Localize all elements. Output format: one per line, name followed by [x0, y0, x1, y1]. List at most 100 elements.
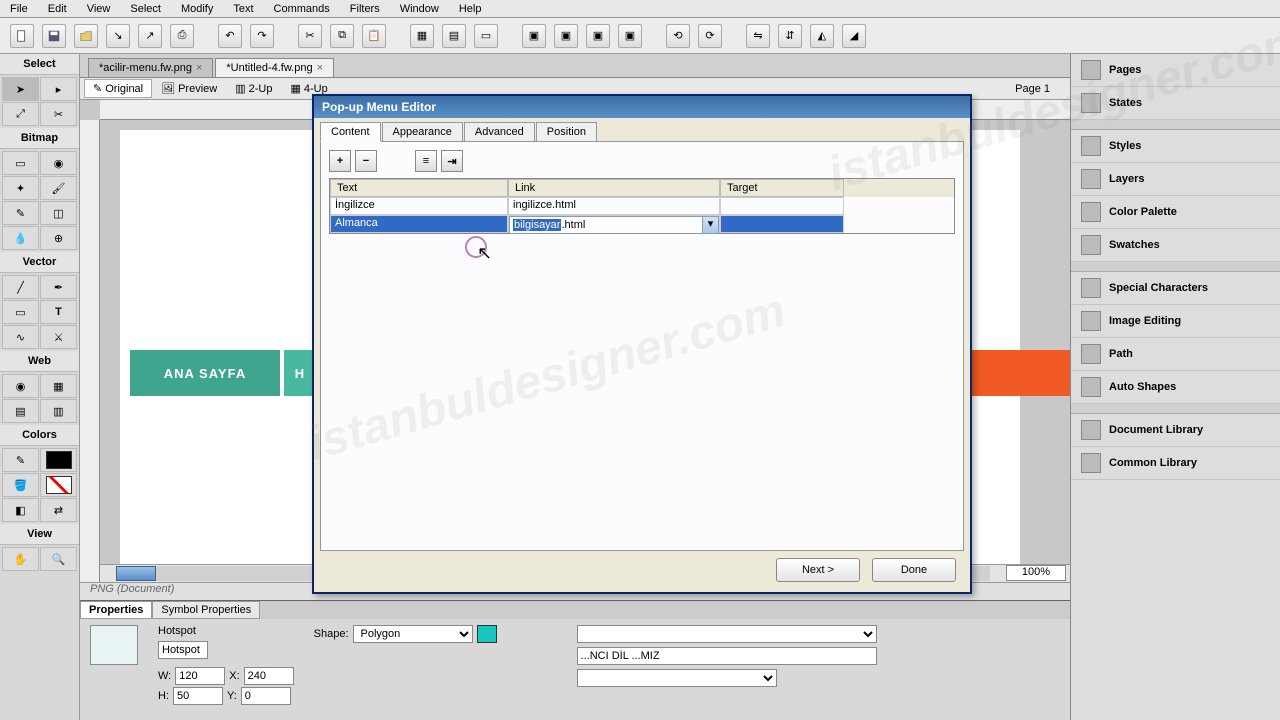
stamp-tool[interactable]: ⊕ — [40, 226, 77, 250]
menu-commands[interactable]: Commands — [274, 3, 330, 15]
height-input[interactable] — [173, 687, 223, 705]
close-icon[interactable]: × — [317, 62, 323, 74]
page-indicator[interactable]: Page 1 — [1015, 83, 1050, 95]
stroke-swatch[interactable] — [40, 448, 77, 472]
group-icon[interactable]: ▦ — [410, 24, 434, 48]
import-icon[interactable]: ↘ — [106, 24, 130, 48]
view-2up[interactable]: ▥2-Up — [226, 79, 281, 98]
view-preview[interactable]: 🖼Preview — [152, 79, 226, 98]
width-input[interactable] — [175, 667, 225, 685]
flip-h-icon[interactable]: ⇋ — [746, 24, 770, 48]
hotspot-tool[interactable]: ◉ — [2, 374, 39, 398]
hand-tool[interactable]: ✋ — [2, 547, 39, 571]
open-icon[interactable] — [74, 24, 98, 48]
eraser-tool[interactable]: ◫ — [40, 201, 77, 225]
panel-pages[interactable]: Pages — [1071, 54, 1280, 87]
menu-help[interactable]: Help — [459, 3, 482, 15]
menu-view[interactable]: View — [87, 3, 111, 15]
show-tool[interactable]: ▥ — [40, 399, 77, 423]
panel-layers[interactable]: Layers — [1071, 163, 1280, 196]
panel-path[interactable]: Path — [1071, 338, 1280, 371]
align-icon[interactable]: ▭ — [474, 24, 498, 48]
crop-tool[interactable]: ✂ — [40, 102, 77, 126]
front-icon[interactable]: ▣ — [522, 24, 546, 48]
link-select[interactable] — [577, 625, 877, 643]
fill-swatch[interactable] — [40, 473, 77, 497]
menu-filters[interactable]: Filters — [350, 3, 380, 15]
hotspot-color-swatch[interactable] — [477, 625, 497, 643]
hotspot-name-input[interactable] — [158, 641, 208, 659]
copy-icon[interactable]: ⧉ — [330, 24, 354, 48]
tab-symbol-properties[interactable]: Symbol Properties — [152, 601, 260, 619]
alt-input[interactable] — [577, 647, 877, 665]
panel-color-palette[interactable]: Color Palette — [1071, 196, 1280, 229]
tab-content[interactable]: Content — [320, 122, 381, 142]
scale-tool[interactable]: ⤢ — [2, 102, 39, 126]
panel-states[interactable]: States — [1071, 87, 1280, 120]
menu-select[interactable]: Select — [130, 3, 161, 15]
lasso-tool[interactable]: ◉ — [40, 151, 77, 175]
done-button[interactable]: Done — [872, 558, 956, 582]
tab-position[interactable]: Position — [536, 122, 597, 142]
nav-button-1[interactable]: ANA SAYFA — [130, 350, 280, 396]
target-select[interactable] — [577, 669, 777, 687]
link-dropdown[interactable]: bilgisayar.html ▾ — [509, 216, 719, 234]
panel-document-library[interactable]: Document Library — [1071, 414, 1280, 447]
brush-tool[interactable]: 🖌 — [40, 176, 77, 200]
default-colors[interactable]: ◧ — [2, 498, 39, 522]
redo-icon[interactable]: ↷ — [250, 24, 274, 48]
mode-icon[interactable]: ◭ — [810, 24, 834, 48]
freeform-tool[interactable]: ∿ — [2, 325, 39, 349]
ungroup-icon[interactable]: ▤ — [442, 24, 466, 48]
cut-icon[interactable]: ✂ — [298, 24, 322, 48]
remove-menu-item-button[interactable]: − — [355, 150, 377, 172]
back-icon[interactable]: ▣ — [618, 24, 642, 48]
pointer-tool[interactable]: ➤ — [2, 77, 39, 101]
settings-icon[interactable]: ◢ — [842, 24, 866, 48]
line-tool[interactable]: ╱ — [2, 275, 39, 299]
tab-properties[interactable]: Properties — [80, 601, 152, 619]
outdent-button[interactable]: ≡ — [415, 150, 437, 172]
save-icon[interactable] — [42, 24, 66, 48]
table-row[interactable]: Almanca bilgisayar.html ▾ — [330, 215, 954, 233]
scroll-thumb[interactable] — [116, 566, 156, 581]
hide-tool[interactable]: ▤ — [2, 399, 39, 423]
blur-tool[interactable]: 💧 — [2, 226, 39, 250]
fill-color-tool[interactable]: 🪣 — [2, 473, 39, 497]
subselect-tool[interactable]: ▸ — [40, 77, 77, 101]
marquee-tool[interactable]: ▭ — [2, 151, 39, 175]
panel-auto-shapes[interactable]: Auto Shapes — [1071, 371, 1280, 404]
menu-file[interactable]: File — [10, 3, 28, 15]
forward-icon[interactable]: ▣ — [554, 24, 578, 48]
indent-button[interactable]: ⇥ — [441, 150, 463, 172]
text-tool[interactable]: T — [40, 300, 77, 324]
rotate-left-icon[interactable]: ⟲ — [666, 24, 690, 48]
flip-v-icon[interactable]: ⇵ — [778, 24, 802, 48]
zoom-tool[interactable]: 🔍 — [40, 547, 77, 571]
export-icon[interactable]: ↗ — [138, 24, 162, 48]
rect-tool[interactable]: ▭ — [2, 300, 39, 324]
panel-common-library[interactable]: Common Library — [1071, 447, 1280, 480]
y-input[interactable] — [241, 687, 291, 705]
print-icon[interactable]: ⎙ — [170, 24, 194, 48]
chevron-down-icon[interactable]: ▾ — [702, 217, 718, 233]
panel-image-editing[interactable]: Image Editing — [1071, 305, 1280, 338]
doc-tab-2[interactable]: *Untitled-4.fw.png × — [215, 58, 334, 77]
tab-appearance[interactable]: Appearance — [382, 122, 463, 142]
slice-tool[interactable]: ▦ — [40, 374, 77, 398]
pencil-tool[interactable]: ✎ — [2, 201, 39, 225]
rotate-right-icon[interactable]: ⟳ — [698, 24, 722, 48]
doc-tab-1[interactable]: *acilir-menu.fw.png × — [88, 58, 213, 77]
panel-special-chars[interactable]: Special Characters — [1071, 272, 1280, 305]
knife-tool[interactable]: ⚔ — [40, 325, 77, 349]
view-original[interactable]: ✎Original — [84, 79, 152, 98]
zoom-level[interactable]: 100% — [1006, 565, 1066, 581]
x-input[interactable] — [244, 667, 294, 685]
swap-colors[interactable]: ⇄ — [40, 498, 77, 522]
shape-select[interactable]: Polygon — [353, 625, 473, 643]
panel-swatches[interactable]: Swatches — [1071, 229, 1280, 262]
tab-advanced[interactable]: Advanced — [464, 122, 535, 142]
panel-styles[interactable]: Styles — [1071, 130, 1280, 163]
backward-icon[interactable]: ▣ — [586, 24, 610, 48]
paste-icon[interactable]: 📋 — [362, 24, 386, 48]
